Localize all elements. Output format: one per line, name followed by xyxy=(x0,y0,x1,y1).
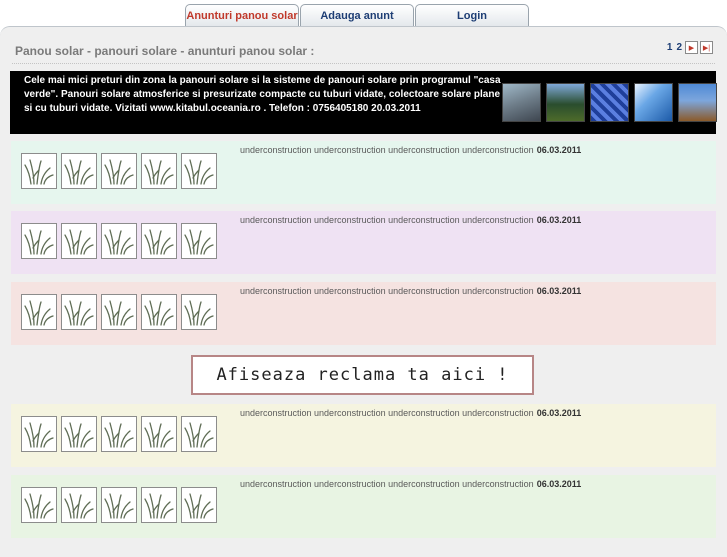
solar-panel-image xyxy=(502,83,541,122)
solar-roof-image xyxy=(678,83,717,122)
page-link-1[interactable]: 1 xyxy=(666,42,674,53)
grass-placeholder-icon[interactable] xyxy=(21,487,57,523)
banner-text: Cele mai mici preturi din zona la panour… xyxy=(24,75,501,114)
grass-placeholder-icon[interactable] xyxy=(101,487,137,523)
solar-tubes-image xyxy=(634,83,673,122)
grass-placeholder-icon[interactable] xyxy=(61,416,97,452)
listing-description: underconstruction underconstruction unde… xyxy=(240,215,582,225)
grass-placeholder-icon[interactable] xyxy=(181,416,217,452)
page-link-2[interactable]: 2 xyxy=(675,42,683,53)
grass-placeholder-icon[interactable] xyxy=(61,223,97,259)
thumbnail-group xyxy=(21,294,217,330)
grass-placeholder-icon[interactable] xyxy=(101,294,137,330)
tab-adauga-anunt[interactable]: Adauga anunt xyxy=(300,4,414,26)
grass-placeholder-icon[interactable] xyxy=(21,416,57,452)
grass-placeholder-icon[interactable] xyxy=(181,153,217,189)
page-title: Panou solar - panouri solare - anunturi … xyxy=(15,44,315,58)
grass-placeholder-icon[interactable] xyxy=(181,294,217,330)
play-icon[interactable]: ▶ xyxy=(685,41,698,54)
tab-anunturi[interactable]: Anunturi panou solar xyxy=(185,4,299,26)
grass-placeholder-icon[interactable] xyxy=(101,223,137,259)
ad-placeholder[interactable]: Afiseaza reclama ta aici ! xyxy=(191,355,534,395)
grass-placeholder-icon[interactable] xyxy=(21,153,57,189)
skip-forward-icon[interactable]: ▶| xyxy=(700,41,713,54)
grass-placeholder-icon[interactable] xyxy=(141,416,177,452)
listing-row[interactable]: underconstruction underconstruction unde… xyxy=(11,404,716,467)
listing-description: underconstruction underconstruction unde… xyxy=(240,286,582,296)
listing-row[interactable]: underconstruction underconstruction unde… xyxy=(11,141,716,204)
tab-login[interactable]: Login xyxy=(415,4,529,26)
grass-placeholder-icon[interactable] xyxy=(181,487,217,523)
listing-row[interactable]: underconstruction underconstruction unde… xyxy=(11,211,716,274)
listing-row[interactable]: underconstruction underconstruction unde… xyxy=(11,282,716,345)
thumbnail-group xyxy=(21,416,217,452)
thumbnail-group xyxy=(21,223,217,259)
listing-description: underconstruction underconstruction unde… xyxy=(240,145,582,155)
pagination: 1 2 ▶ ▶| xyxy=(666,41,713,54)
tab-bar: Anunturi panou solar Adauga anunt Login xyxy=(185,4,530,26)
grass-placeholder-icon[interactable] xyxy=(21,223,57,259)
listing-date: 06.03.2011 xyxy=(536,479,582,489)
solar-cells-image xyxy=(590,83,629,122)
grass-placeholder-icon[interactable] xyxy=(101,153,137,189)
grass-placeholder-icon[interactable] xyxy=(141,153,177,189)
divider xyxy=(12,63,715,64)
grass-placeholder-icon[interactable] xyxy=(61,294,97,330)
grass-placeholder-icon[interactable] xyxy=(181,223,217,259)
listing-date: 06.03.2011 xyxy=(536,286,582,296)
solar-house-image xyxy=(546,83,585,122)
thumbnail-group xyxy=(21,153,217,189)
listing-date: 06.03.2011 xyxy=(536,215,582,225)
grass-placeholder-icon[interactable] xyxy=(141,294,177,330)
listing-description: underconstruction underconstruction unde… xyxy=(240,408,582,418)
thumbnail-group xyxy=(21,487,217,523)
promo-banner[interactable]: Cele mai mici preturi din zona la panour… xyxy=(10,71,717,134)
listing-date: 06.03.2011 xyxy=(536,145,582,155)
listing-row[interactable]: underconstruction underconstruction unde… xyxy=(11,475,716,538)
grass-placeholder-icon[interactable] xyxy=(141,487,177,523)
listing-date: 06.03.2011 xyxy=(536,408,582,418)
banner-images xyxy=(502,83,717,122)
grass-placeholder-icon[interactable] xyxy=(101,416,137,452)
grass-placeholder-icon[interactable] xyxy=(141,223,177,259)
grass-placeholder-icon[interactable] xyxy=(21,294,57,330)
listing-description: underconstruction underconstruction unde… xyxy=(240,479,582,489)
grass-placeholder-icon[interactable] xyxy=(61,153,97,189)
grass-placeholder-icon[interactable] xyxy=(61,487,97,523)
